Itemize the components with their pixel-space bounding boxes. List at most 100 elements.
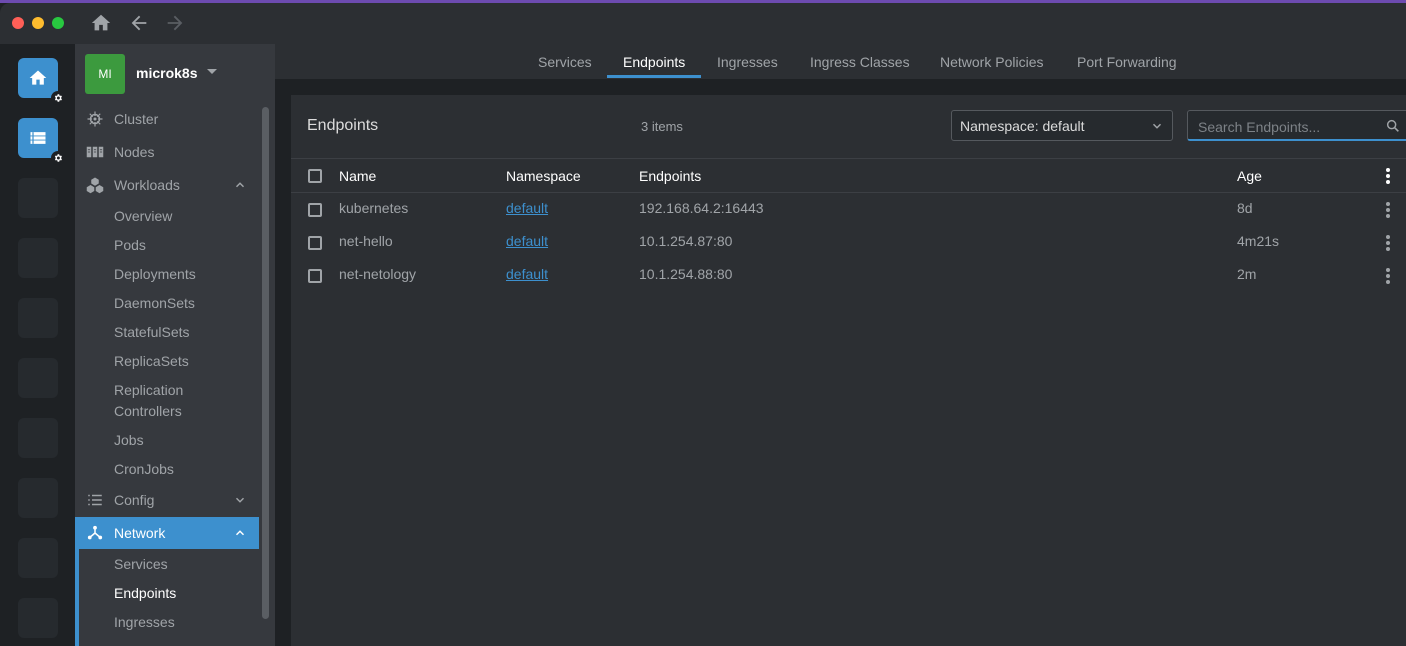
sidebar-subitem-replication-controllers[interactable]: Replication [114,380,183,401]
row-checkbox[interactable] [308,269,322,283]
hotbar-empty-slot[interactable] [18,298,58,338]
cell-age: 8d [1237,200,1253,216]
namespace-select[interactable]: Namespace: default [951,110,1173,141]
endpoints-panel: Endpoints 3 items Namespace: default Sea… [291,95,1406,646]
cell-endpoints: 192.168.64.2:16443 [639,200,764,216]
list-icon [88,494,102,506]
search-placeholder: Search Endpoints... [1198,119,1321,135]
table-row[interactable]: kubernetes default 192.168.64.2:16443 8d [291,193,1406,226]
sidebar-item-workloads[interactable]: Workloads [75,169,259,201]
workloads-cubes-icon [86,177,104,194]
sidebar-subitem-overview[interactable]: Overview [114,206,172,227]
hotbar-empty-slot[interactable] [18,358,58,398]
back-arrow-icon[interactable] [128,12,150,34]
maximize-window-button[interactable] [52,17,64,29]
sidebar-subitem-services[interactable]: Services [114,554,168,575]
tab-network-policies[interactable]: Network Policies [940,54,1043,70]
sidebar-subitem-replication-controllers-line2[interactable]: Controllers [114,401,182,422]
sidebar-subitem-daemonsets[interactable]: DaemonSets [114,293,195,314]
hotbar-cluster-button[interactable] [18,118,65,165]
title-bar [0,3,1406,44]
hotbar-empty-slot[interactable] [18,598,58,638]
chevron-down-icon [1152,123,1162,129]
sidebar-item-label: Workloads [114,177,180,193]
home-icon[interactable] [90,12,112,34]
cluster-switcher[interactable]: MI microk8s [75,44,275,104]
active-tab-indicator [607,75,701,78]
select-all-checkbox[interactable] [308,169,322,183]
cell-namespace-link[interactable]: default [506,200,548,216]
cell-name: net-netology [339,266,417,282]
sidebar-subitem-jobs[interactable]: Jobs [114,430,144,451]
network-icon [87,525,103,540]
chevron-up-icon [235,182,245,188]
cell-namespace-link[interactable]: default [506,233,548,249]
sidebar-subitem-endpoints[interactable]: Endpoints [114,583,176,604]
gear-icon [51,151,65,165]
cluster-name: microk8s [136,65,198,81]
row-checkbox[interactable] [308,236,322,250]
nodes-icon [86,146,104,158]
row-checkbox[interactable] [308,203,322,217]
sidebar: MI microk8s Cluster Nodes Workloads Over… [75,44,275,646]
sidebar-subitem-ingresses[interactable]: Ingresses [114,612,175,633]
column-header-name[interactable]: Name [339,168,376,184]
sidebar-item-nodes[interactable]: Nodes [75,136,259,168]
row-menu-icon[interactable] [1385,235,1391,251]
column-header-endpoints[interactable]: Endpoints [639,168,701,184]
table-row[interactable]: net-netology default 10.1.254.88:80 2m [291,259,1406,292]
row-menu-icon[interactable] [1385,268,1391,284]
hotbar [0,44,75,646]
cell-endpoints: 10.1.254.87:80 [639,233,733,249]
sidebar-subitem-pods[interactable]: Pods [114,235,146,256]
cell-name: net-hello [339,233,393,249]
sidebar-item-cluster[interactable]: Cluster [75,103,259,135]
sidebar-subitem-statefulsets[interactable]: StatefulSets [114,322,190,343]
sidebar-subitem-cronjobs[interactable]: CronJobs [114,459,174,480]
tab-ingresses[interactable]: Ingresses [717,54,778,70]
table-header: Name Namespace Endpoints Age [291,158,1406,193]
tab-services[interactable]: Services [538,54,592,70]
namespace-select-value: Namespace: default [960,118,1085,134]
hotbar-empty-slot[interactable] [18,418,58,458]
search-input[interactable]: Search Endpoints... [1187,110,1406,141]
home-icon [29,70,47,85]
sidebar-item-label: Network [114,525,166,541]
cluster-avatar: MI [85,54,125,94]
hotbar-empty-slot[interactable] [18,238,58,278]
cell-name: kubernetes [339,200,409,216]
column-header-age[interactable]: Age [1237,168,1262,184]
tab-ingress-classes[interactable]: Ingress Classes [810,54,910,70]
table-row[interactable]: net-hello default 10.1.254.87:80 4m21s [291,226,1406,259]
network-section-indicator [75,549,79,646]
cell-endpoints: 10.1.254.88:80 [639,266,733,282]
column-header-namespace[interactable]: Namespace [506,168,581,184]
sidebar-item-network[interactable]: Network [75,517,259,549]
close-window-button[interactable] [12,17,24,29]
hotbar-home-button[interactable] [18,58,65,105]
sidebar-item-label: Config [114,492,155,508]
hotbar-empty-slot[interactable] [18,538,58,578]
list-icon [30,132,46,144]
column-menu-icon[interactable] [1385,168,1391,184]
sidebar-item-config[interactable]: Config [75,484,259,516]
sidebar-subitem-replicasets[interactable]: ReplicaSets [114,351,189,372]
minimize-window-button[interactable] [32,17,44,29]
tab-port-forwarding[interactable]: Port Forwarding [1077,54,1177,70]
forward-arrow-icon[interactable] [164,12,186,34]
search-icon [1386,119,1399,132]
gear-icon [51,91,65,105]
caret-down-icon [207,69,217,74]
cell-age: 2m [1237,266,1257,282]
chevron-down-icon [235,497,245,503]
hotbar-empty-slot[interactable] [18,478,58,518]
cell-age: 4m21s [1237,233,1280,249]
hotbar-empty-slot[interactable] [18,178,58,218]
page-title: Endpoints [307,117,379,134]
chevron-up-icon [235,530,245,536]
row-menu-icon[interactable] [1385,202,1391,218]
sidebar-scrollbar[interactable] [262,107,269,619]
tab-endpoints[interactable]: Endpoints [623,54,685,70]
sidebar-subitem-deployments[interactable]: Deployments [114,264,196,285]
cell-namespace-link[interactable]: default [506,266,548,282]
